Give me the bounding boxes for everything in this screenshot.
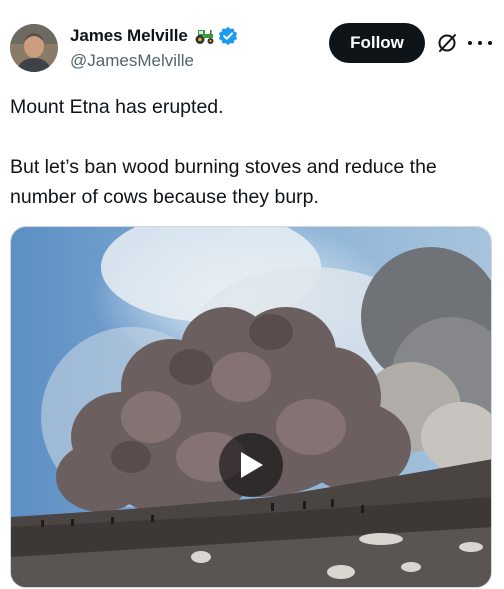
tweet-header: James Melville @JamesMelville Follow [10,18,496,78]
tweet-text: Mount Etna has erupted. But let’s ban wo… [10,92,496,212]
video-thumbnail [11,227,491,587]
user-handle[interactable]: @JamesMelville [70,51,238,71]
play-icon[interactable] [219,433,283,497]
more-icon[interactable] [468,32,492,54]
verified-badge-icon [218,26,237,46]
follow-button[interactable]: Follow [329,23,425,63]
grok-icon[interactable] [436,32,458,54]
tweet-line-2: But let’s ban wood burning stoves and re… [10,156,437,208]
tractor-icon [195,30,214,44]
display-name[interactable]: James Melville [70,26,188,46]
tweet-line-1: Mount Etna has erupted. [10,96,224,118]
tweet-video[interactable] [10,226,492,588]
user-names: James Melville @JamesMelville [70,25,238,71]
avatar[interactable] [10,24,58,72]
